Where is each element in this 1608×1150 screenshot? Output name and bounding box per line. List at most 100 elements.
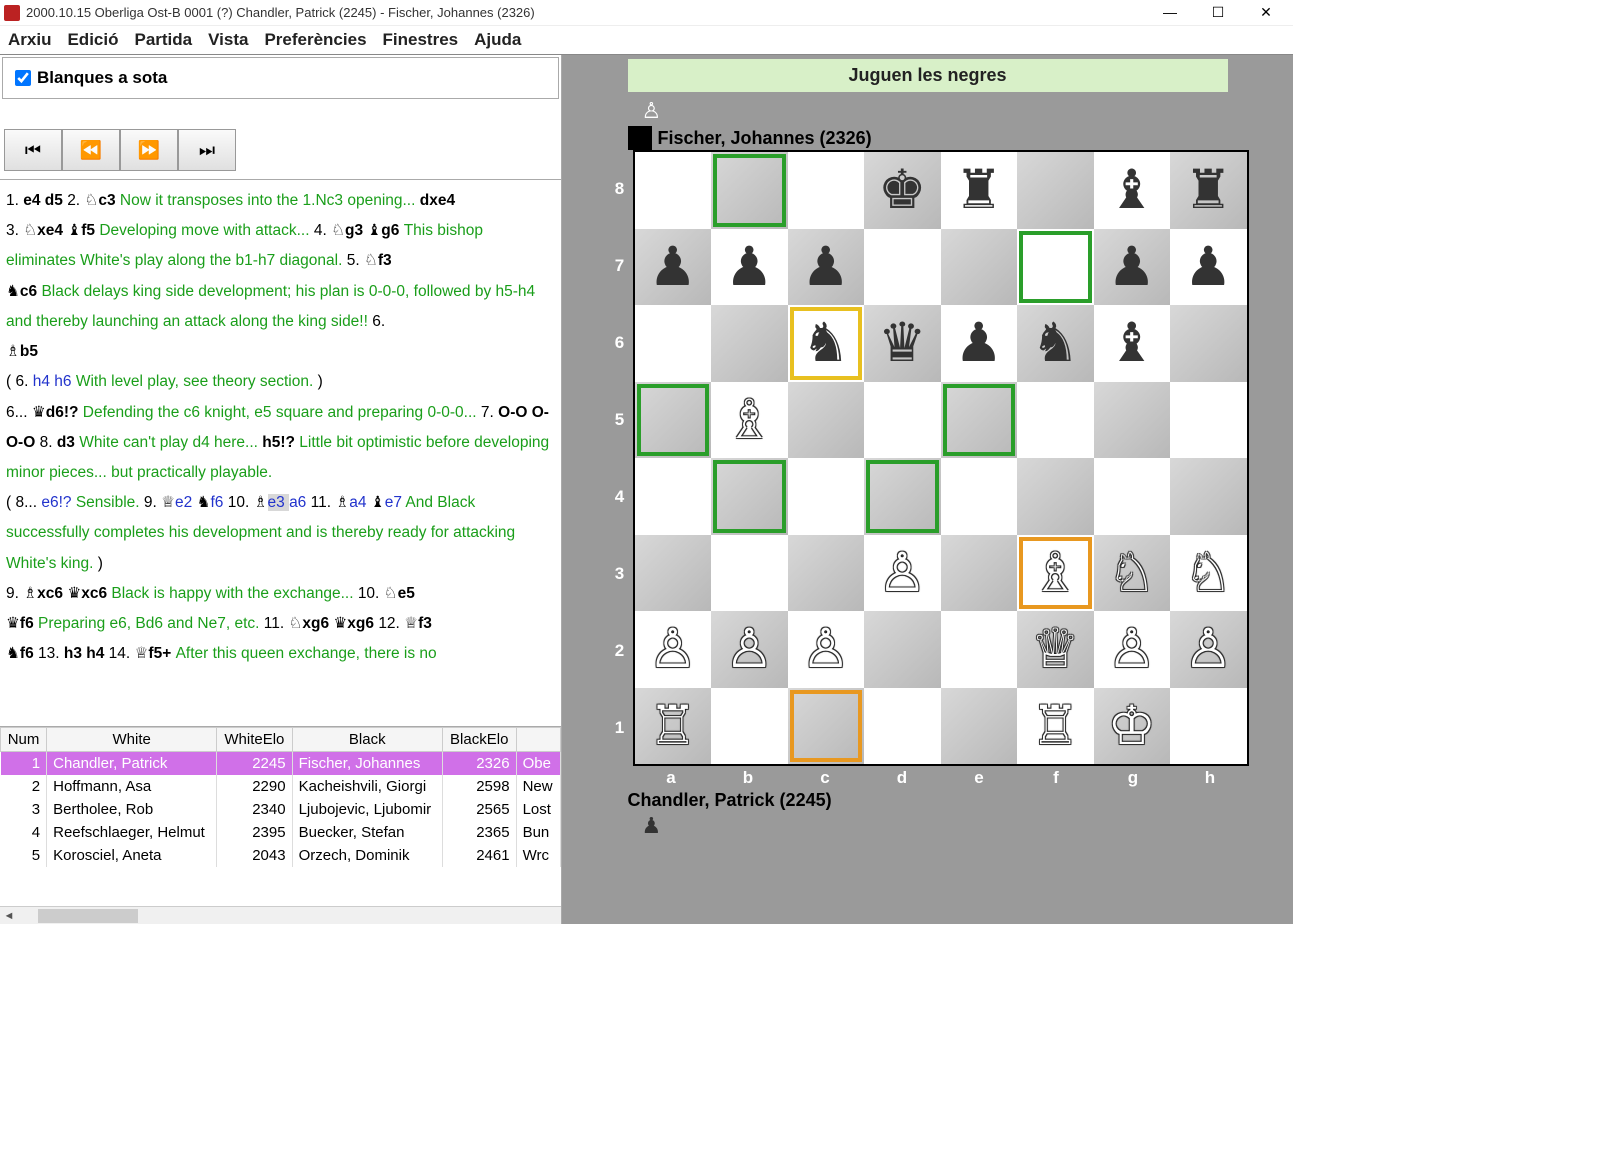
piece-wB[interactable]: ♗ — [725, 393, 773, 447]
piece-bP[interactable]: ♟ — [1108, 240, 1156, 294]
piece-bB[interactable]: ♝ — [1108, 163, 1156, 217]
scroll-left-arrow[interactable]: ◄ — [0, 910, 18, 922]
square-a4[interactable] — [635, 458, 712, 535]
piece-wP[interactable]: ♙ — [649, 622, 697, 676]
piece-bQ[interactable]: ♛ — [878, 316, 926, 370]
square-h3[interactable]: ♘ — [1170, 535, 1247, 612]
piece-bN[interactable]: ♞ — [1031, 316, 1079, 370]
piece-wP[interactable]: ♙ — [878, 546, 926, 600]
piece-bR[interactable]: ♜ — [1184, 163, 1232, 217]
game-table[interactable]: NumWhiteWhiteEloBlackBlackElo 1Chandler,… — [0, 727, 561, 867]
notation-area[interactable]: 1. e4 d5 2. ♘c3 Now it transposes into t… — [0, 179, 561, 726]
piece-bK[interactable]: ♚ — [878, 163, 926, 217]
col-WhiteElo[interactable]: WhiteElo — [217, 728, 292, 752]
square-a1[interactable]: ♖ — [635, 688, 712, 765]
piece-wN[interactable]: ♘ — [1184, 546, 1232, 600]
square-h8[interactable]: ♜ — [1170, 152, 1247, 229]
square-a3[interactable] — [635, 535, 712, 612]
square-b4[interactable] — [711, 458, 788, 535]
square-g6[interactable]: ♝ — [1094, 305, 1171, 382]
menu-vista[interactable]: Vista — [208, 30, 248, 50]
close-button[interactable]: ✕ — [1251, 4, 1281, 21]
square-d5[interactable] — [864, 382, 941, 459]
piece-wK[interactable]: ♔ — [1108, 699, 1156, 753]
square-c1[interactable] — [788, 688, 865, 765]
game-row[interactable]: 1Chandler, Patrick2245Fischer, Johannes2… — [1, 752, 561, 776]
square-e8[interactable]: ♜ — [941, 152, 1018, 229]
game-row[interactable]: 3Bertholee, Rob2340Ljubojevic, Ljubomir2… — [1, 798, 561, 821]
piece-wR[interactable]: ♖ — [1031, 699, 1079, 753]
col-BlackElo[interactable]: BlackElo — [442, 728, 516, 752]
square-f1[interactable]: ♖ — [1017, 688, 1094, 765]
square-d8[interactable]: ♚ — [864, 152, 941, 229]
maximize-button[interactable]: ☐ — [1203, 4, 1233, 21]
square-g5[interactable] — [1094, 382, 1171, 459]
piece-bP[interactable]: ♟ — [802, 240, 850, 294]
square-b7[interactable]: ♟ — [711, 229, 788, 306]
square-e5[interactable] — [941, 382, 1018, 459]
square-c5[interactable] — [788, 382, 865, 459]
square-d2[interactable] — [864, 611, 941, 688]
square-a2[interactable]: ♙ — [635, 611, 712, 688]
piece-bN[interactable]: ♞ — [802, 316, 850, 370]
square-b2[interactable]: ♙ — [711, 611, 788, 688]
square-b6[interactable] — [711, 305, 788, 382]
nav-prev-button[interactable]: ⏪ — [62, 129, 120, 171]
square-g2[interactable]: ♙ — [1094, 611, 1171, 688]
scroll-thumb[interactable] — [38, 909, 138, 923]
square-c8[interactable] — [788, 152, 865, 229]
menu-arxiu[interactable]: Arxiu — [8, 30, 51, 50]
square-b1[interactable] — [711, 688, 788, 765]
piece-wB[interactable]: ♗ — [1031, 546, 1079, 600]
game-row[interactable]: 5Korosciel, Aneta2043Orzech, Dominik2461… — [1, 844, 561, 867]
square-a8[interactable] — [635, 152, 712, 229]
square-f7[interactable] — [1017, 229, 1094, 306]
menu-edicio[interactable]: Edició — [67, 30, 118, 50]
square-b3[interactable] — [711, 535, 788, 612]
square-a5[interactable] — [635, 382, 712, 459]
game-row[interactable]: 4Reefschlaeger, Helmut2395Buecker, Stefa… — [1, 821, 561, 844]
square-a6[interactable] — [635, 305, 712, 382]
square-e6[interactable]: ♟ — [941, 305, 1018, 382]
square-e2[interactable] — [941, 611, 1018, 688]
square-h1[interactable] — [1170, 688, 1247, 765]
square-f2[interactable]: ♕ — [1017, 611, 1094, 688]
square-c7[interactable]: ♟ — [788, 229, 865, 306]
game-row[interactable]: 2Hoffmann, Asa2290Kacheishvili, Giorgi25… — [1, 775, 561, 798]
square-g3[interactable]: ♘ — [1094, 535, 1171, 612]
square-g4[interactable] — [1094, 458, 1171, 535]
square-a7[interactable]: ♟ — [635, 229, 712, 306]
piece-wN[interactable]: ♘ — [1108, 546, 1156, 600]
square-g7[interactable]: ♟ — [1094, 229, 1171, 306]
menu-finestres[interactable]: Finestres — [383, 30, 459, 50]
square-c4[interactable] — [788, 458, 865, 535]
square-d7[interactable] — [864, 229, 941, 306]
minimize-button[interactable]: — — [1155, 4, 1185, 21]
piece-bP[interactable]: ♟ — [649, 240, 697, 294]
menu-partida[interactable]: Partida — [134, 30, 192, 50]
piece-wP[interactable]: ♙ — [1108, 622, 1156, 676]
col-Black[interactable]: Black — [292, 728, 442, 752]
square-d1[interactable] — [864, 688, 941, 765]
square-h4[interactable] — [1170, 458, 1247, 535]
piece-wP[interactable]: ♙ — [1184, 622, 1232, 676]
menu-preferencies[interactable]: Preferències — [264, 30, 366, 50]
piece-bB[interactable]: ♝ — [1108, 316, 1156, 370]
col-White[interactable]: White — [47, 728, 217, 752]
square-e4[interactable] — [941, 458, 1018, 535]
nav-last-button[interactable]: ⏭ — [178, 129, 236, 171]
piece-wP[interactable]: ♙ — [802, 622, 850, 676]
piece-wQ[interactable]: ♕ — [1031, 622, 1079, 676]
square-c2[interactable]: ♙ — [788, 611, 865, 688]
square-b8[interactable] — [711, 152, 788, 229]
chess-board[interactable]: ♚♜♝♜♟♟♟♟♟♞♛♟♞♝♗♙♗♘♘♙♙♙♕♙♙♖♖♔ — [633, 150, 1249, 766]
square-e7[interactable] — [941, 229, 1018, 306]
square-e1[interactable] — [941, 688, 1018, 765]
piece-bP[interactable]: ♟ — [725, 240, 773, 294]
piece-wR[interactable]: ♖ — [649, 699, 697, 753]
square-b5[interactable]: ♗ — [711, 382, 788, 459]
square-f3[interactable]: ♗ — [1017, 535, 1094, 612]
square-h6[interactable] — [1170, 305, 1247, 382]
nav-first-button[interactable]: ⏮ — [4, 129, 62, 171]
square-d4[interactable] — [864, 458, 941, 535]
